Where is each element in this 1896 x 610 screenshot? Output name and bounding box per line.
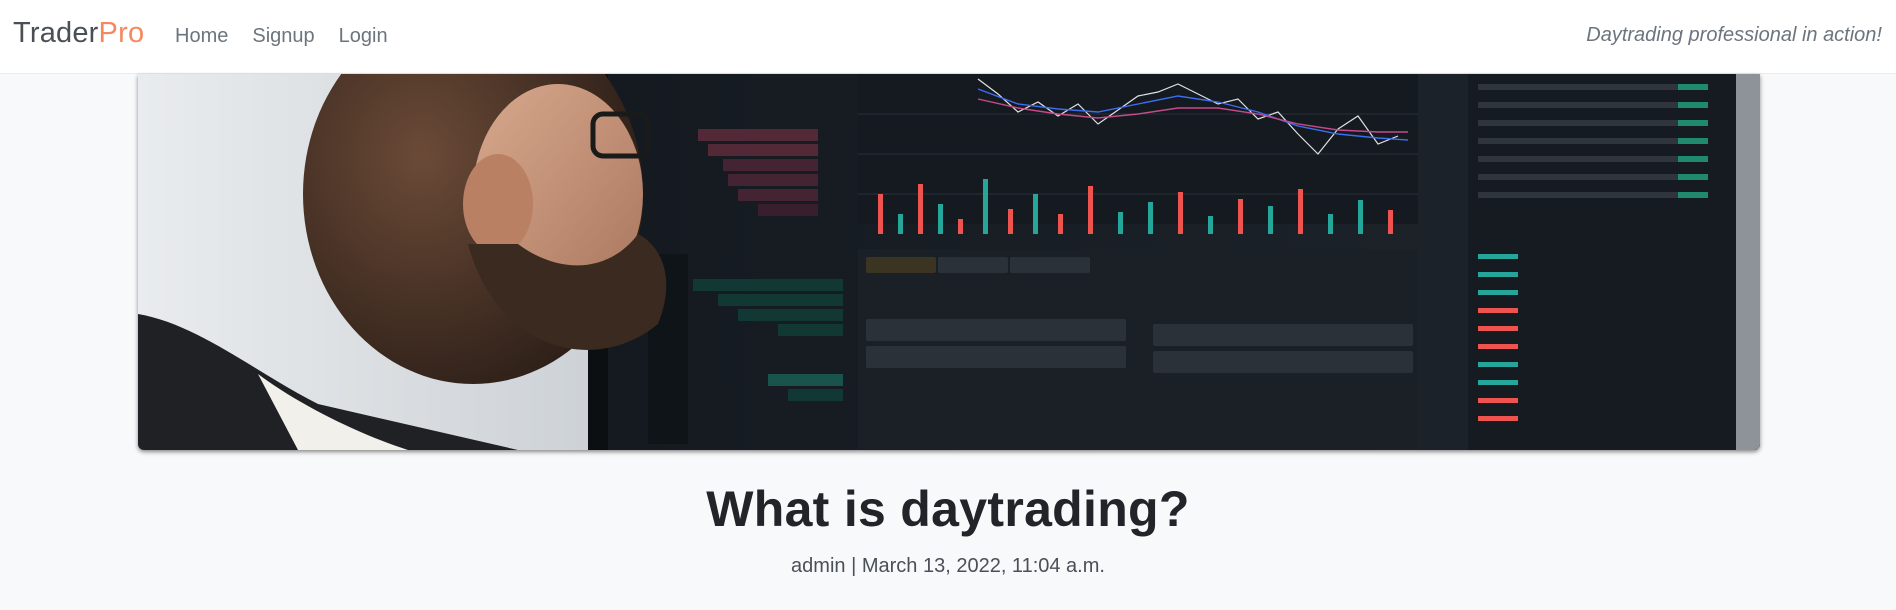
post-title: What is daytrading? bbox=[706, 481, 1190, 537]
post-date: March 13, 2022, 11:04 a.m. bbox=[861, 555, 1105, 577]
nav-link-home[interactable]: Home bbox=[175, 25, 228, 48]
post-author: admin bbox=[791, 555, 846, 577]
hero-photo-illustration bbox=[138, 74, 1760, 450]
top-navbar: TraderPro Home Signup Login Daytrading p… bbox=[0, 0, 1896, 74]
post-meta: admin | March 13, 2022, 11:04 a.m. bbox=[0, 555, 1896, 578]
meta-separator: | bbox=[851, 555, 857, 577]
nav-links: Home Signup Login bbox=[175, 25, 412, 48]
nav-link-login[interactable]: Login bbox=[339, 25, 388, 48]
hero-image bbox=[138, 74, 1760, 450]
nav-link-signup[interactable]: Signup bbox=[252, 25, 314, 48]
brand-logo-link[interactable]: TraderPro bbox=[13, 17, 144, 50]
navbar-tagline: Daytrading professional in action! bbox=[1586, 24, 1882, 46]
brand-suffix: Pro bbox=[98, 17, 145, 49]
brand-prefix: Trader bbox=[13, 17, 99, 49]
